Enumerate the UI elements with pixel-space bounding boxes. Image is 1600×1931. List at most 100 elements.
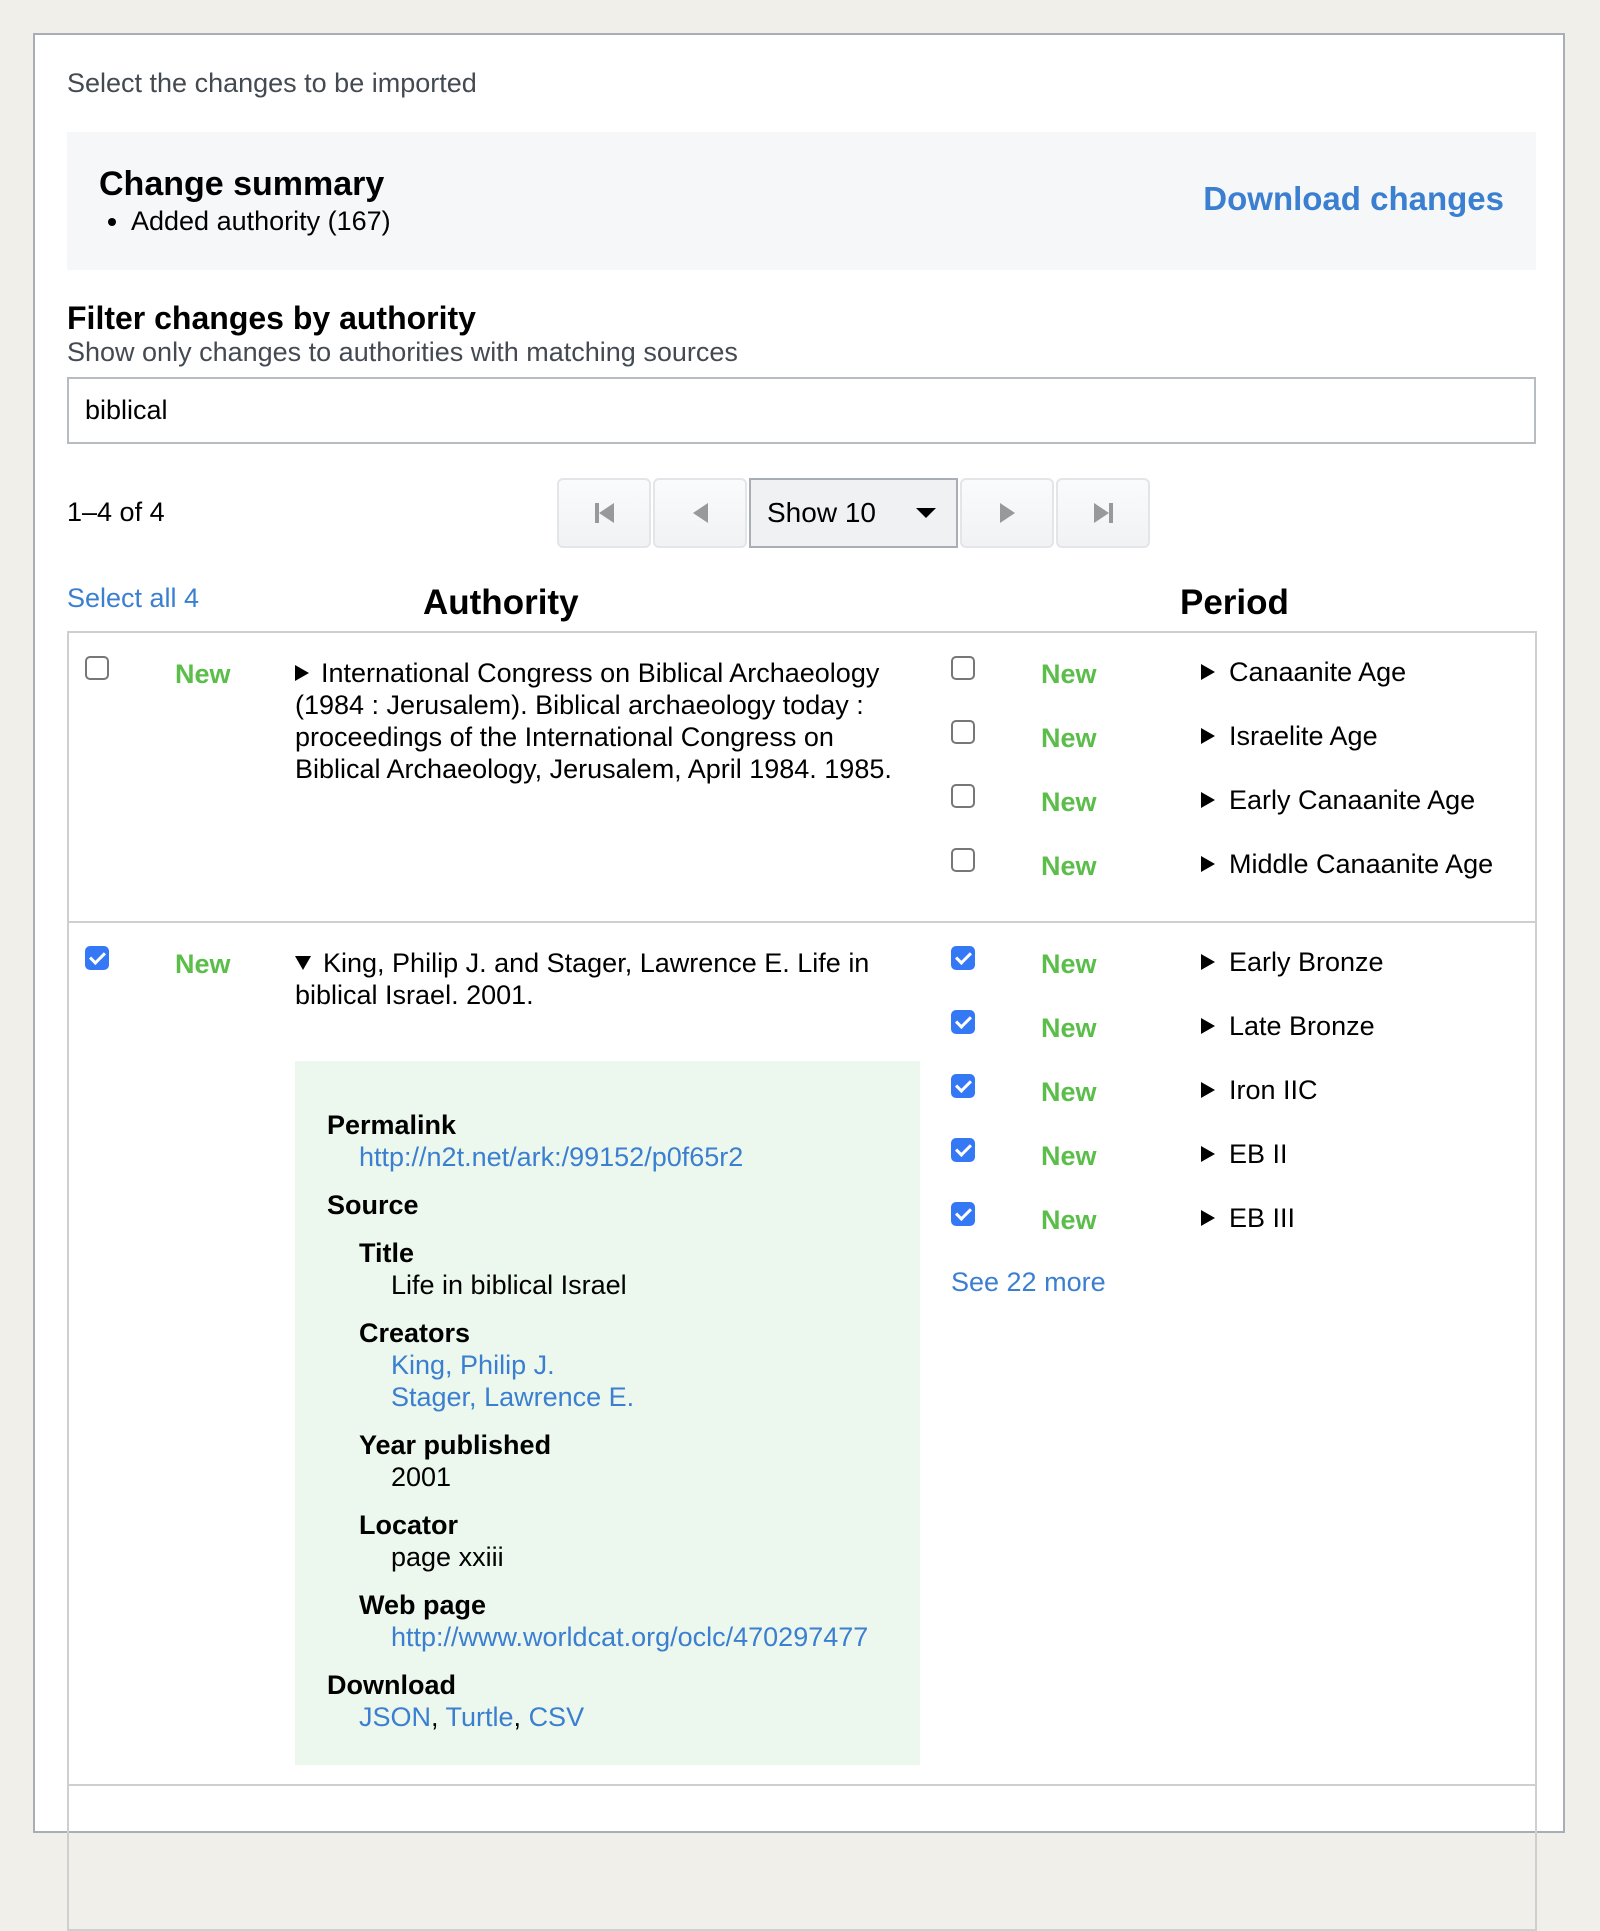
column-header-authority: Authority (423, 583, 579, 622)
period-checkbox[interactable] (951, 1138, 975, 1162)
filter-input[interactable] (67, 377, 1536, 444)
import-panel: Select the changes to be imported Change… (33, 33, 1565, 1931)
expand-icon[interactable] (1201, 1146, 1215, 1162)
page-size-select[interactable]: Show 10 (749, 478, 958, 548)
expand-icon[interactable] (1201, 954, 1215, 970)
authority-text: King, Philip J. and Stager, Lawrence E. … (295, 948, 870, 1010)
period-status: New (1041, 851, 1097, 881)
period-label: Late Bronze (1229, 1011, 1375, 1041)
period-label: Early Bronze (1229, 947, 1384, 977)
period-item: Late Bronze (1201, 1011, 1375, 1042)
period-status: New (1041, 1013, 1097, 1043)
period-checkbox[interactable] (951, 1202, 975, 1226)
period-label: Canaanite Age (1229, 657, 1407, 687)
intro-text: Select the changes to be imported (67, 68, 477, 98)
row-checkbox[interactable] (85, 656, 109, 680)
authority-cell: International Congress on Biblical Archa… (295, 657, 915, 785)
period-status: New (1041, 723, 1097, 753)
row-divider (69, 921, 1535, 923)
webpage-link[interactable]: http://www.worldcat.org/oclc/470297477 (391, 1622, 868, 1652)
title-value: Life in biblical Israel (391, 1270, 627, 1300)
download-turtle-link[interactable]: Turtle (446, 1702, 514, 1732)
period-status: New (1041, 949, 1097, 979)
select-all-link[interactable]: Select all 4 (67, 583, 199, 614)
period-label: Middle Canaanite Age (1229, 849, 1494, 879)
title-label: Title (359, 1238, 415, 1268)
period-label: EB III (1229, 1203, 1296, 1233)
period-item: Early Canaanite Age (1201, 785, 1475, 816)
pagination: Show 10 (557, 478, 1152, 548)
period-checkbox[interactable] (951, 784, 975, 808)
period-checkbox[interactable] (951, 848, 975, 872)
period-checkbox[interactable] (951, 1074, 975, 1098)
period-item: Middle Canaanite Age (1201, 849, 1493, 880)
creator-link[interactable]: King, Philip J. (391, 1350, 555, 1380)
prev-page-button[interactable] (653, 478, 747, 548)
download-changes-link[interactable]: Download changes (1203, 180, 1504, 218)
change-summary: Change summary Added authority (167) Dow… (67, 132, 1536, 270)
authority-detail: Permalink http://n2t.net/ark:/99152/p0f6… (295, 1061, 920, 1765)
change-summary-item: Added authority (167) (131, 206, 391, 237)
period-checkbox[interactable] (951, 656, 975, 680)
period-checkbox[interactable] (951, 946, 975, 970)
change-summary-title: Change summary (99, 165, 385, 203)
period-checkbox[interactable] (951, 720, 975, 744)
page-size-label: Show 10 (767, 497, 876, 528)
download-csv-link[interactable]: CSV (529, 1702, 585, 1732)
change-summary-list: Added authority (167) (99, 206, 391, 237)
period-label: Israelite Age (1229, 721, 1378, 751)
prev-page-icon (692, 503, 708, 523)
next-page-icon (999, 503, 1015, 523)
status-badge: New (175, 659, 231, 689)
expand-icon[interactable] (1201, 1018, 1215, 1034)
period-item: Canaanite Age (1201, 657, 1406, 688)
period-item: EB II (1201, 1139, 1288, 1170)
row-checkbox[interactable] (85, 946, 109, 970)
status-badge: New (175, 949, 231, 979)
creators-label: Creators (359, 1318, 471, 1348)
authority-cell: King, Philip J. and Stager, Lawrence E. … (295, 947, 915, 1011)
period-item: Early Bronze (1201, 947, 1384, 978)
collapse-icon[interactable] (295, 956, 311, 970)
permalink-link[interactable]: http://n2t.net/ark:/99152/p0f65r2 (359, 1142, 743, 1172)
expand-icon[interactable] (1201, 728, 1215, 744)
period-item: Israelite Age (1201, 721, 1378, 752)
last-page-icon (1093, 503, 1113, 523)
authority-text: International Congress on Biblical Archa… (295, 658, 892, 784)
period-status: New (1041, 1141, 1097, 1171)
changes-table: New International Congress on Biblical A… (67, 631, 1537, 1931)
filter-subtitle: Show only changes to authorities with ma… (67, 337, 738, 367)
expand-icon[interactable] (1201, 1082, 1215, 1098)
expand-icon[interactable] (1201, 792, 1215, 808)
year-label: Year published (359, 1430, 552, 1460)
period-label: EB II (1229, 1139, 1288, 1169)
last-page-button[interactable] (1056, 478, 1150, 548)
permalink-label: Permalink (327, 1110, 457, 1140)
period-label: Iron IIC (1229, 1075, 1318, 1105)
chevron-down-icon (916, 508, 936, 518)
download-json-link[interactable]: JSON (359, 1702, 431, 1732)
source-label: Source (327, 1190, 419, 1220)
result-count: 1–4 of 4 (67, 497, 165, 527)
period-status: New (1041, 1205, 1097, 1235)
period-status: New (1041, 1077, 1097, 1107)
expand-icon[interactable] (1201, 664, 1215, 680)
locator-label: Locator (359, 1510, 459, 1540)
filter-title: Filter changes by authority (67, 300, 476, 336)
column-header-period: Period (1180, 583, 1289, 622)
see-more-link[interactable]: See 22 more (951, 1267, 1106, 1298)
period-label: Early Canaanite Age (1229, 785, 1476, 815)
creator-link[interactable]: Stager, Lawrence E. (391, 1382, 634, 1412)
period-checkbox[interactable] (951, 1010, 975, 1034)
expand-icon[interactable] (295, 665, 309, 681)
period-status: New (1041, 659, 1097, 689)
download-links: JSON, Turtle, CSV (359, 1702, 585, 1732)
year-value: 2001 (391, 1462, 452, 1492)
webpage-label: Web page (359, 1590, 487, 1620)
expand-icon[interactable] (1201, 1210, 1215, 1226)
expand-icon[interactable] (1201, 856, 1215, 872)
next-page-button[interactable] (960, 478, 1054, 548)
first-page-button[interactable] (557, 478, 651, 548)
period-item: EB III (1201, 1203, 1295, 1234)
period-status: New (1041, 787, 1097, 817)
